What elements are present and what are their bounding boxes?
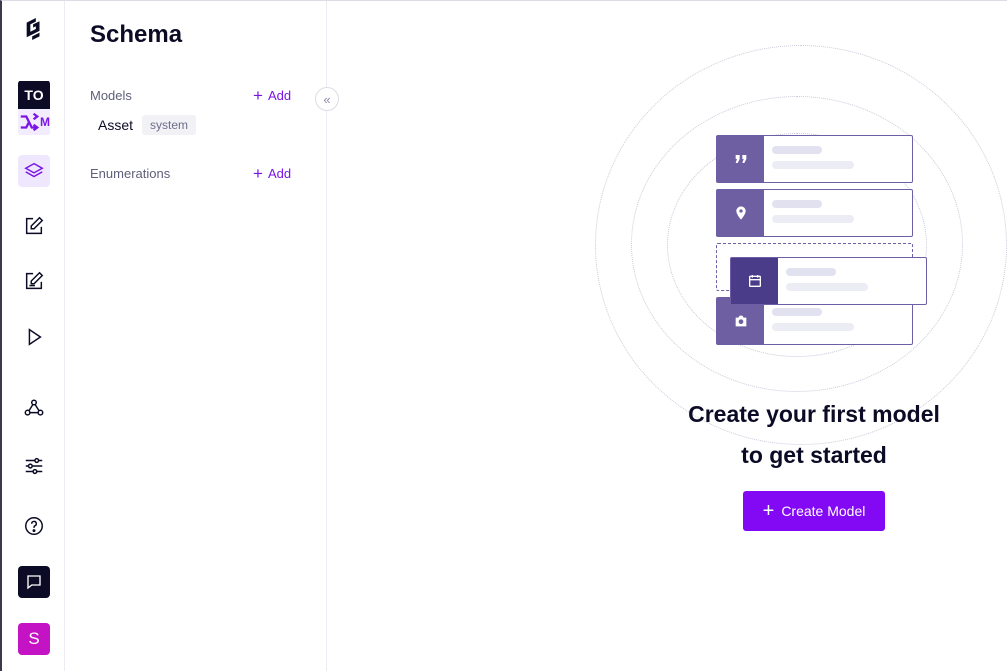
camera-icon xyxy=(735,315,746,327)
page-title: Schema xyxy=(90,21,183,48)
branch-icon xyxy=(20,112,40,132)
quote-icon xyxy=(735,155,746,163)
sliders-icon xyxy=(25,457,43,475)
empty-state-heading-line1: Create your first model xyxy=(688,401,940,427)
empty-state-heading-line2: to get started xyxy=(741,442,887,468)
webhook-icon xyxy=(24,399,44,416)
create-model-button[interactable]: + Create Model xyxy=(743,491,885,531)
nav-content[interactable] xyxy=(18,210,50,242)
chevrons-left-icon: « xyxy=(323,91,331,107)
plus-icon: + xyxy=(762,500,775,522)
model-name: Asset xyxy=(98,117,134,133)
nav-assets[interactable] xyxy=(18,265,50,297)
nav-webhooks[interactable] xyxy=(18,392,50,424)
avatar-initial: S xyxy=(28,629,40,648)
calendar-icon xyxy=(748,275,761,287)
layers-icon xyxy=(24,162,44,178)
hygraph-logo-icon[interactable] xyxy=(18,13,50,45)
model-list-item[interactable]: Asset system xyxy=(98,115,197,135)
system-badge: system xyxy=(142,115,197,135)
nav-settings[interactable] xyxy=(18,450,50,482)
location-pin-icon xyxy=(735,206,746,220)
schema-panel: Schema Models + Add Asset system Enumera… xyxy=(66,1,327,671)
enumerations-section-label: Enumerations xyxy=(90,166,171,181)
add-model-button[interactable]: + Add xyxy=(253,86,292,105)
add-model-label: Add xyxy=(267,88,292,103)
nav-playground[interactable] xyxy=(18,321,50,353)
nav-schema[interactable] xyxy=(18,155,50,187)
add-enumeration-button[interactable]: + Add xyxy=(253,164,292,183)
field-card-location xyxy=(716,189,913,237)
project-switcher[interactable]: TO M xyxy=(18,80,50,136)
models-section-label: Models xyxy=(90,88,132,103)
environment-label: M xyxy=(40,115,50,129)
plus-icon: + xyxy=(253,86,263,105)
user-avatar[interactable]: S xyxy=(18,623,50,655)
field-card-date-dragging xyxy=(730,257,927,305)
environment-indicator[interactable]: M xyxy=(18,109,50,135)
nav-feedback[interactable] xyxy=(18,566,50,598)
field-card-text xyxy=(716,135,913,183)
plus-icon: + xyxy=(253,164,263,183)
add-enumeration-label: Add xyxy=(267,166,292,181)
play-icon xyxy=(28,328,42,346)
main-sidebar: TO M S xyxy=(2,1,65,671)
collapse-panel-button[interactable]: « xyxy=(315,87,339,111)
nav-help[interactable] xyxy=(18,510,50,542)
edit-icon xyxy=(25,271,44,290)
empty-state-illustration xyxy=(595,45,1007,445)
create-model-label: Create Model xyxy=(781,503,866,519)
chat-icon xyxy=(27,575,41,590)
question-icon xyxy=(25,517,43,535)
edit-icon xyxy=(25,216,44,235)
project-initials: TO xyxy=(18,81,50,109)
